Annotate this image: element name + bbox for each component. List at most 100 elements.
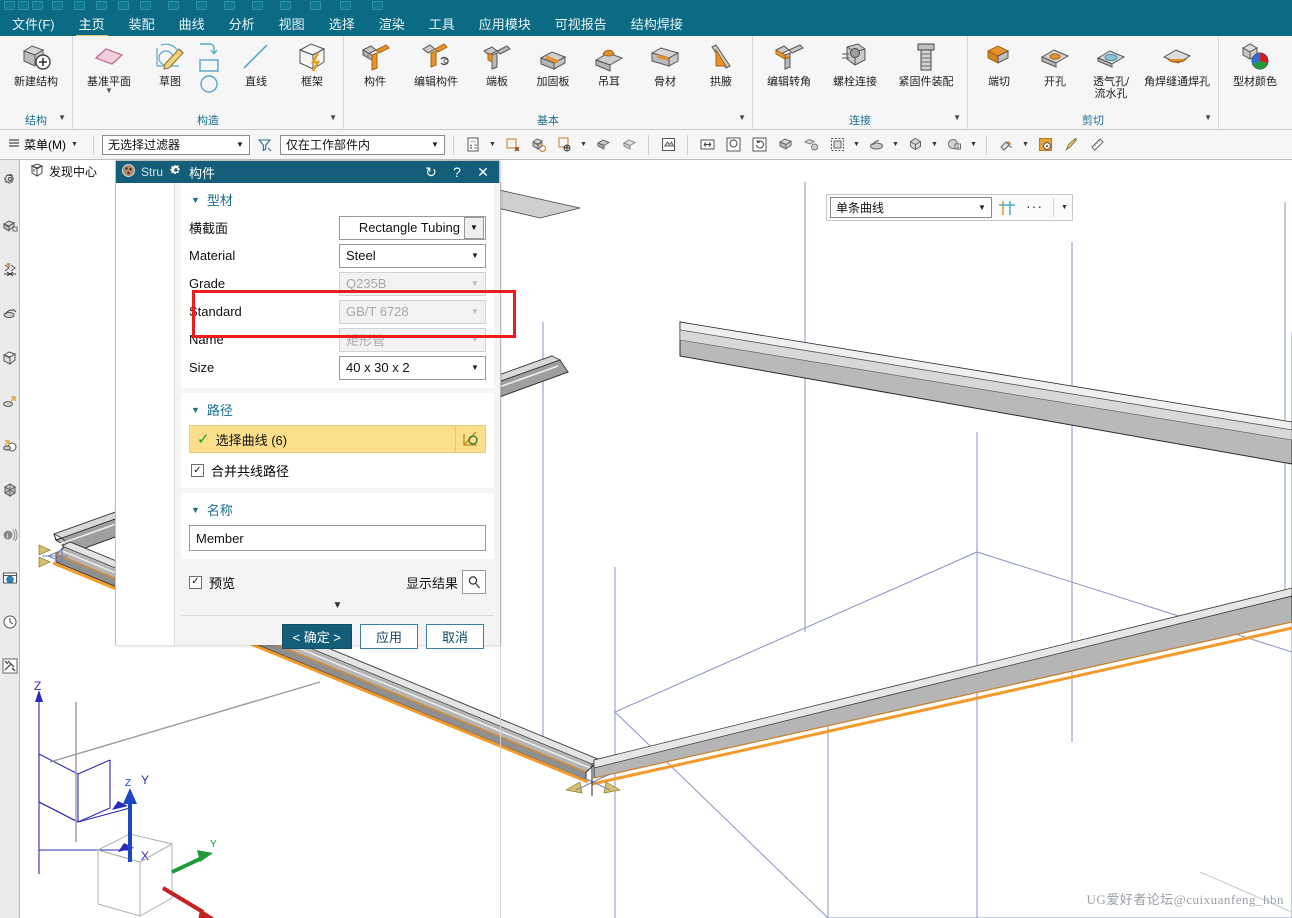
dialog-body[interactable]: ▼ 型材 横截面 Rectangle Tubing ▼ Material Ste…: [174, 183, 500, 649]
merge-collinear-row[interactable]: ✓ 合并共线路径: [189, 459, 486, 480]
menu-button[interactable]: 菜单(M) ▼: [2, 134, 85, 155]
shaded-icon[interactable]: [774, 134, 796, 156]
checkbox[interactable]: ✓: [191, 464, 204, 477]
chevron-down-icon[interactable]: ▼: [969, 141, 978, 148]
ribbon-button-型材颜色[interactable]: 型材颜色: [1222, 38, 1288, 88]
menu-tab-11[interactable]: 结构焊接: [619, 11, 695, 37]
menu-tab-8[interactable]: 工具: [417, 11, 467, 37]
section-name-header[interactable]: ▼ 名称: [189, 498, 486, 525]
chevron-down-icon[interactable]: ▼: [738, 110, 746, 126]
ribbon-button-编辑构件[interactable]: 编辑构件: [403, 38, 469, 88]
menu-tab-9[interactable]: 应用模块: [467, 11, 543, 37]
preview-row[interactable]: ✓ 预览 显示结果: [181, 564, 494, 598]
drawing-icon[interactable]: [657, 134, 679, 156]
chevron-down-icon[interactable]: ▼: [579, 141, 588, 148]
resource-bar-web-browser-icon[interactable]: i: [0, 512, 20, 556]
curve-select-icon[interactable]: [455, 426, 485, 452]
resource-bar-customize-icon[interactable]: [0, 644, 20, 688]
qat-button-14[interactable]: [340, 1, 351, 10]
ribbon-button-骨材[interactable]: 骨材: [637, 38, 693, 88]
background-color-icon[interactable]: [995, 134, 1017, 156]
render-style-icon[interactable]: [865, 134, 887, 156]
resource-bar-assembly-navigator-icon[interactable]: [0, 160, 20, 204]
menu-tab-3[interactable]: 曲线: [167, 11, 217, 37]
chevron-down-icon[interactable]: ▼: [1204, 110, 1212, 126]
qat-button-1[interactable]: [18, 1, 29, 10]
ribbon-button-新建结构[interactable]: 新建结构: [3, 38, 69, 88]
qat-button-10[interactable]: [224, 1, 235, 10]
view-dropdown-icon[interactable]: [943, 134, 965, 156]
resource-bar-part-navigator-icon[interactable]: [0, 204, 20, 248]
chevron-down-icon[interactable]: ▼: [466, 251, 484, 260]
cancel-button[interactable]: 取消: [426, 624, 484, 649]
menu-tab-10[interactable]: 可视报告: [543, 11, 619, 37]
ribbon-button-端板[interactable]: 端板: [469, 38, 525, 88]
orient-view-icon[interactable]: [904, 134, 926, 156]
resource-bar-constraint-navigator-icon[interactable]: [0, 248, 20, 292]
resource-bar-reuse-library-icon[interactable]: [0, 292, 20, 336]
resource-bar-engineering-requirement-icon[interactable]: [0, 380, 20, 424]
selection-priority-icon[interactable]: [462, 134, 484, 156]
overflow-dropdown-icon[interactable]: ▼: [1060, 204, 1069, 211]
chevron-down-icon[interactable]: ▼: [58, 110, 66, 126]
select-body-icon[interactable]: [527, 134, 549, 156]
resource-bar[interactable]: i: [0, 160, 20, 918]
chevron-down-icon[interactable]: ▼: [1021, 141, 1030, 148]
chevron-down-icon[interactable]: ▼: [852, 141, 861, 148]
ribbon-button-构件[interactable]: 构件: [347, 38, 403, 88]
qat-button-5[interactable]: [96, 1, 107, 10]
menu-tab-0[interactable]: 文件(F): [0, 11, 67, 37]
ribbon-button-草图[interactable]: 草图: [142, 38, 198, 88]
menu-tab-5[interactable]: 视图: [267, 11, 317, 37]
refresh-icon[interactable]: [748, 134, 770, 156]
qat-button-2[interactable]: [32, 1, 43, 10]
scope-combo[interactable]: 仅在工作部件内 ▼: [280, 134, 445, 155]
zoom-window-icon[interactable]: [722, 134, 744, 156]
selection-toolbar[interactable]: 菜单(M) ▼ 无选择过滤器 ▼ 仅在工作部件内 ▼ ▼ ▼ ▼ ▼ ▼ ▼ ▼: [0, 130, 1292, 160]
ribbon-button-基准平面[interactable]: 基准平面 ▼: [76, 38, 142, 95]
show-icon[interactable]: [618, 134, 640, 156]
qat-button-7[interactable]: [140, 1, 151, 10]
collapse-toggle[interactable]: ▼: [175, 598, 500, 615]
material-combo[interactable]: Steel ▼: [339, 243, 486, 268]
ribbon-button-拱腋[interactable]: 拱腋: [693, 38, 749, 88]
curve-rule-combo[interactable]: 单条曲线 ▼: [830, 197, 992, 218]
ribbon-button-端切[interactable]: 端切: [971, 38, 1027, 88]
qat-button-9[interactable]: [196, 1, 207, 10]
resource-bar-hd3d-tools-icon[interactable]: [0, 424, 20, 468]
help-button[interactable]: ?: [447, 164, 467, 180]
reset-button[interactable]: ↻: [421, 164, 441, 181]
dialog-button-row[interactable]: < 确定 > 应用 取消: [181, 615, 494, 649]
ribbon-button-螺栓连接[interactable]: 螺栓连接: [822, 38, 888, 88]
menu-tab-6[interactable]: 选择: [317, 11, 367, 37]
ribbon-button-框架[interactable]: 框架: [284, 38, 340, 88]
more-options-icon[interactable]: ···: [1022, 198, 1047, 218]
ribbon-button-吊耳[interactable]: 吊耳: [581, 38, 637, 88]
qat-button-8[interactable]: [168, 1, 179, 10]
select-point-icon[interactable]: [553, 134, 575, 156]
field-material[interactable]: Material Steel ▼: [189, 243, 486, 268]
resource-bar-history-icon[interactable]: [0, 556, 20, 600]
preferences-icon[interactable]: [1034, 134, 1056, 156]
chevron-down-icon[interactable]: ▼: [488, 141, 497, 148]
hide-icon[interactable]: [592, 134, 614, 156]
preview-checkbox[interactable]: ✓: [189, 575, 202, 589]
section-profile-header[interactable]: ▼ 型材: [189, 188, 486, 215]
member-name-input[interactable]: Member: [189, 525, 486, 551]
menu-tab-1[interactable]: 主页: [67, 11, 117, 37]
intersection-point-icon[interactable]: [996, 197, 1018, 219]
select-curve-row[interactable]: ✓ 选择曲线 (6): [189, 425, 486, 453]
close-button[interactable]: ✕: [473, 164, 493, 181]
filter-icon[interactable]: [254, 134, 276, 156]
ribbon-toolbar[interactable]: 新建结构 结构 ▼ 基准平面 ▼ 草图 直线 框架 构造 ▼ 构件 编辑构件 端板 加固板 吊耳 骨材 拱腋 基本…: [0, 36, 1292, 130]
paint-icon[interactable]: [1060, 134, 1082, 156]
apply-button[interactable]: 应用: [360, 624, 418, 649]
ribbon-button-开孔[interactable]: 开孔: [1027, 38, 1083, 88]
chevron-down-icon[interactable]: ▼: [105, 87, 113, 95]
chevron-down-icon[interactable]: ▼: [930, 141, 939, 148]
qat-button-6[interactable]: [118, 1, 129, 10]
resource-bar-part-palette-icon[interactable]: [0, 336, 20, 380]
qat-button-13[interactable]: [310, 1, 321, 10]
ribbon-button-角焊缝通焊孔[interactable]: 角焊缝通焊孔: [1139, 38, 1215, 88]
selection-filter-combo[interactable]: 无选择过滤器 ▼: [102, 134, 250, 155]
